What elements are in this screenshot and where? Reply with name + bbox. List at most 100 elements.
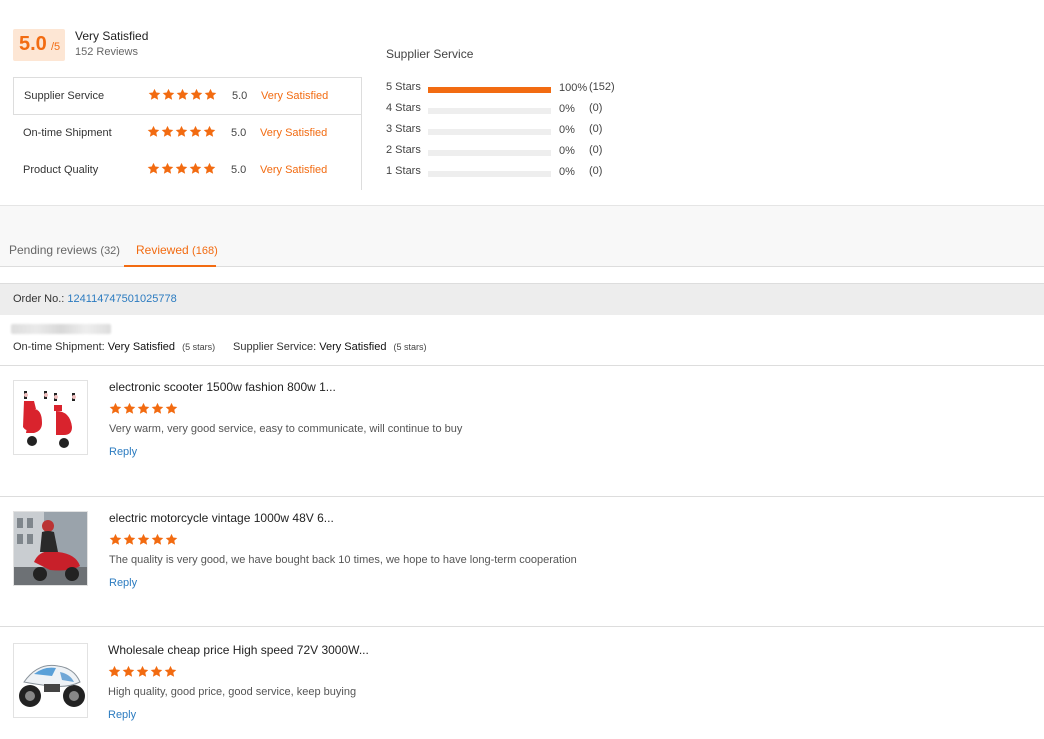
star-icon bbox=[189, 162, 202, 175]
dimension-score: 5.0 bbox=[232, 90, 248, 102]
order-header: Order No.: 124114747501025778 bbox=[0, 283, 1044, 315]
review-item: electric motorcycle vintage 1000w 48V 6.… bbox=[0, 511, 1044, 611]
distribution-count: (0) bbox=[589, 165, 603, 177]
star-icon bbox=[136, 665, 149, 678]
star-icon bbox=[175, 162, 188, 175]
review-product-title[interactable]: electric motorcycle vintage 1000w 48V 6.… bbox=[109, 511, 334, 525]
dimension-label: On-time Shipment bbox=[23, 127, 112, 139]
distribution-count: (0) bbox=[589, 102, 603, 114]
star-icon bbox=[164, 665, 177, 678]
dimension-star-rating bbox=[147, 125, 217, 139]
distribution-percent: 0% bbox=[559, 145, 575, 157]
dimension-score: 5.0 bbox=[231, 164, 247, 176]
divider bbox=[0, 626, 1044, 627]
tab-label: Pending reviews bbox=[9, 243, 98, 257]
distribution-bar-track bbox=[428, 129, 551, 135]
review-star-rating bbox=[109, 533, 179, 547]
star-icon bbox=[161, 162, 174, 175]
star-icon bbox=[137, 402, 150, 415]
distribution-bar-track bbox=[428, 87, 551, 93]
star-icon bbox=[165, 533, 178, 546]
overall-score-badge: 5.0 /5 bbox=[13, 29, 65, 61]
dimension-label: Supplier Service bbox=[24, 90, 105, 102]
distribution-bar-track bbox=[428, 150, 551, 156]
star-icon bbox=[161, 125, 174, 138]
review-text: The quality is very good, we have bought… bbox=[109, 554, 577, 566]
distribution-bar-fill bbox=[428, 87, 551, 93]
dimension-score: 5.0 bbox=[231, 127, 247, 139]
service-rating-value: Very Satisfied bbox=[319, 341, 387, 353]
review-item: electronic scooter 1500w fashion 800w 1.… bbox=[0, 380, 1044, 480]
distribution-star-label: 3 Stars bbox=[386, 123, 421, 135]
star-icon bbox=[108, 665, 121, 678]
distribution-count: (152) bbox=[589, 81, 615, 93]
order-service-rating: Supplier Service: Very Satisfied (5 star… bbox=[233, 341, 427, 353]
shipment-rating-stars: (5 stars) bbox=[182, 342, 216, 352]
red-scooter-pair-thumbnail[interactable] bbox=[13, 380, 88, 455]
distribution-count: (0) bbox=[589, 123, 603, 135]
overall-score-scale: /5 bbox=[51, 41, 61, 53]
review-text: Very warm, very good service, easy to co… bbox=[109, 423, 463, 435]
tab-count: (32) bbox=[100, 245, 120, 257]
divider bbox=[0, 496, 1044, 497]
star-icon bbox=[123, 533, 136, 546]
rating-summary: 5.0 /5 Very Satisfied 152 Reviews Suppli… bbox=[0, 0, 1044, 206]
order-shipment-rating: On-time Shipment: Very Satisfied (5 star… bbox=[13, 341, 215, 353]
distribution-row: 1 Stars 0% (0) bbox=[386, 165, 636, 181]
star-icon bbox=[147, 125, 160, 138]
order-number-link[interactable]: 124114747501025778 bbox=[67, 293, 176, 305]
tab-label: Reviewed bbox=[136, 243, 189, 257]
dimension-supplier-service[interactable]: Supplier Service 5.0 Very Satisfied bbox=[13, 77, 362, 115]
order-number-row: Order No.: 124114747501025778 bbox=[13, 293, 177, 305]
star-icon bbox=[123, 402, 136, 415]
active-tab-indicator bbox=[124, 265, 216, 267]
distribution-row: 2 Stars 0% (0) bbox=[386, 144, 636, 160]
dimension-satisfaction: Very Satisfied bbox=[261, 90, 329, 102]
star-icon bbox=[122, 665, 135, 678]
review-star-rating bbox=[108, 665, 178, 679]
service-rating-label: Supplier Service: bbox=[233, 341, 317, 353]
distribution-star-label: 1 Stars bbox=[386, 165, 421, 177]
overall-satisfaction-label: Very Satisfied bbox=[75, 29, 149, 43]
star-icon bbox=[176, 88, 189, 101]
review-product-title[interactable]: electronic scooter 1500w fashion 800w 1.… bbox=[109, 380, 336, 394]
overall-review-count: 152 Reviews bbox=[75, 46, 138, 58]
star-icon bbox=[162, 88, 175, 101]
review-star-rating bbox=[109, 402, 179, 416]
blurred-buyer-name bbox=[11, 324, 111, 334]
star-icon bbox=[189, 125, 202, 138]
distribution-star-label: 4 Stars bbox=[386, 102, 421, 114]
distribution-bar-track bbox=[428, 108, 551, 114]
star-icon bbox=[137, 533, 150, 546]
reply-link[interactable]: Reply bbox=[109, 446, 137, 458]
distribution-row: 5 Stars 100% (152) bbox=[386, 81, 636, 97]
tab-pending-reviews[interactable]: Pending reviews (32) bbox=[9, 243, 120, 257]
review-product-title[interactable]: Wholesale cheap price High speed 72V 300… bbox=[108, 643, 369, 657]
star-icon bbox=[151, 533, 164, 546]
dimension-on-time-shipment[interactable]: On-time Shipment 5.0 Very Satisfied bbox=[13, 115, 362, 153]
reply-link[interactable]: Reply bbox=[108, 709, 136, 721]
distribution-percent: 0% bbox=[559, 124, 575, 136]
distribution-count: (0) bbox=[589, 144, 603, 156]
review-text: High quality, good price, good service, … bbox=[108, 686, 357, 698]
white-sport-motorcycle-thumbnail[interactable] bbox=[13, 643, 88, 718]
dimension-star-rating bbox=[147, 162, 217, 176]
dimension-product-quality[interactable]: Product Quality 5.0 Very Satisfied bbox=[13, 152, 362, 190]
divider bbox=[0, 365, 1044, 366]
rider-on-red-scooter-thumbnail[interactable] bbox=[13, 511, 88, 586]
star-icon bbox=[109, 533, 122, 546]
star-icon bbox=[203, 162, 216, 175]
distribution-percent: 0% bbox=[559, 103, 575, 115]
dimension-satisfaction: Very Satisfied bbox=[260, 127, 328, 139]
service-rating-stars: (5 stars) bbox=[393, 342, 427, 352]
tab-count: (168) bbox=[192, 245, 218, 257]
star-icon bbox=[151, 402, 164, 415]
tab-reviewed[interactable]: Reviewed (168) bbox=[136, 243, 218, 257]
distribution-percent: 0% bbox=[559, 166, 575, 178]
distribution-percent: 100% bbox=[559, 82, 588, 94]
star-icon bbox=[148, 88, 161, 101]
review-tabs-bar bbox=[0, 206, 1044, 267]
distribution-star-label: 2 Stars bbox=[386, 144, 421, 156]
reply-link[interactable]: Reply bbox=[109, 577, 137, 589]
star-icon bbox=[150, 665, 163, 678]
